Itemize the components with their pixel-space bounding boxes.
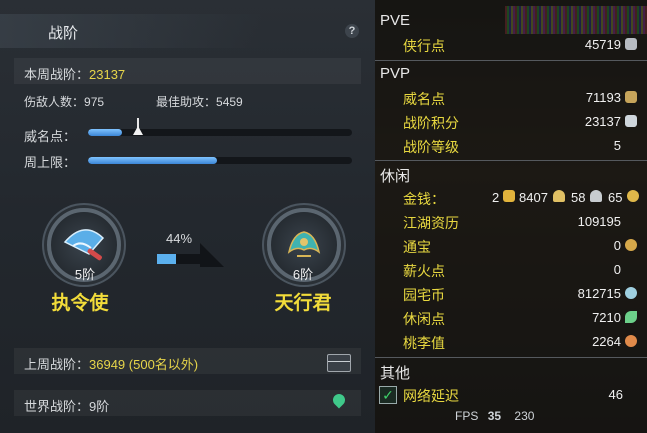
leisure-item-value: 109195	[577, 214, 621, 229]
weekly-rank-label: 本周战阶：	[24, 67, 90, 82]
chest-icon[interactable]	[327, 354, 351, 372]
reputation-bar	[88, 129, 352, 136]
leaf-icon	[625, 311, 637, 323]
leisure-item-value: 0	[613, 262, 621, 277]
divider	[375, 60, 647, 61]
tongbao-icon	[625, 239, 637, 251]
fps-extra: 230	[514, 409, 535, 423]
leisure-item-label: 桃李值	[403, 335, 445, 351]
latency-label: 网络延迟	[403, 388, 459, 404]
leisure-item-label: 通宝	[403, 239, 431, 255]
fps-readout: FPS 35 230	[455, 409, 534, 423]
last-week-label: 上周战阶：	[24, 357, 90, 372]
leisure-item-label: 休闲点	[403, 311, 445, 327]
reputation-bar-fill	[88, 129, 123, 136]
reputation-label: 威名点：	[24, 129, 77, 144]
rank-panel: 战阶 ? 本周战阶：23137 伤敌人数：975 最佳助攻：5459 威名点： …	[0, 0, 375, 433]
weekly-cap-bar-fill	[88, 157, 218, 164]
chivalry-icon	[625, 38, 637, 50]
fps-value: 35	[487, 409, 502, 423]
weekly-cap-bar	[88, 157, 352, 164]
leisure-item-label: 江湖资历	[403, 215, 459, 231]
current-rank-tier: 5阶	[74, 267, 96, 282]
leisure-header: 休闲	[380, 168, 411, 185]
world-rank: 世界战阶：9阶	[24, 396, 109, 415]
world-rank-label: 世界战阶：	[24, 399, 90, 414]
pvp-item-value: 5	[613, 138, 621, 153]
latency-value: 46	[608, 387, 623, 402]
fps-label: FPS	[455, 409, 479, 423]
leisure-item-label: 园宅币	[403, 287, 445, 303]
leisure-item-value: 812715	[577, 286, 621, 301]
peach-icon	[625, 335, 637, 347]
leisure-item-value: 0	[613, 238, 621, 253]
rank-score-icon	[625, 115, 637, 127]
help-icon[interactable]: ?	[345, 24, 359, 38]
coin-icon	[627, 190, 639, 202]
stats-tooltip: PVE 侠行点 45719 PVP 威名点 71193 战阶积分 23137 战…	[375, 0, 647, 433]
pvp-header: PVP	[380, 65, 411, 82]
pve-item-value: 45719	[584, 37, 621, 52]
rank-progress-bar	[157, 254, 201, 264]
money-gold: 8407	[519, 190, 548, 205]
divider	[375, 160, 647, 161]
reputation-marker	[133, 126, 144, 135]
pvp-item-value: 23137	[584, 114, 621, 129]
weekly-rank: 本周战阶：23137	[24, 64, 125, 83]
kills-label: 伤敌人数：	[24, 95, 85, 109]
other-header: 其他	[380, 365, 411, 382]
weekly-cap-label: 周上限：	[24, 155, 77, 170]
gold-ingot-icon	[553, 190, 565, 202]
home-coin-icon	[625, 287, 637, 299]
current-rank-name: 执令使	[51, 293, 109, 314]
pvp-item-value: 71193	[585, 90, 621, 105]
panel-title: 战阶	[48, 25, 79, 42]
pvp-item-label: 战阶积分	[403, 115, 459, 131]
pvp-item-label: 战阶等级	[403, 139, 459, 155]
kills-value: 975	[84, 95, 105, 109]
money-gold-bars: 2	[492, 190, 500, 205]
last-week-rank: 上周战阶：36949 (500名以外)	[24, 354, 198, 373]
pvp-item-label: 威名点	[403, 91, 445, 107]
gold-bar-icon	[503, 190, 515, 202]
next-rank-tier: 6阶	[292, 267, 314, 282]
leisure-item-value: 7210	[592, 310, 621, 325]
rank-progress-arrow	[200, 243, 224, 267]
silver-ingot-icon	[590, 190, 602, 202]
money-silver: 58	[571, 190, 586, 205]
last-week-value: 36949 (500名以外)	[89, 357, 199, 372]
money-label: 金钱：	[403, 191, 445, 207]
pve-header: PVE	[380, 12, 411, 29]
rank-progress-fill	[157, 254, 177, 264]
best-assist-label: 最佳助攻：	[156, 95, 217, 109]
latency-checkbox[interactable]: ✓	[379, 386, 397, 404]
leisure-item-value: 2264	[592, 334, 621, 349]
reputation-icon	[625, 91, 637, 103]
kills: 伤敌人数：975	[24, 93, 104, 110]
divider	[375, 357, 647, 358]
best-assist-value: 5459	[216, 95, 243, 109]
best-assist: 最佳助攻：5459	[156, 93, 243, 110]
next-rank-name: 天行君	[274, 293, 332, 314]
money-copper: 65	[608, 190, 623, 205]
world-rank-value: 9阶	[89, 399, 110, 414]
rank-progress-label: 44%	[166, 231, 193, 246]
weekly-rank-value: 23137	[89, 67, 126, 82]
pve-item-label: 侠行点	[403, 38, 445, 54]
leisure-item-label: 薪火点	[403, 263, 445, 279]
